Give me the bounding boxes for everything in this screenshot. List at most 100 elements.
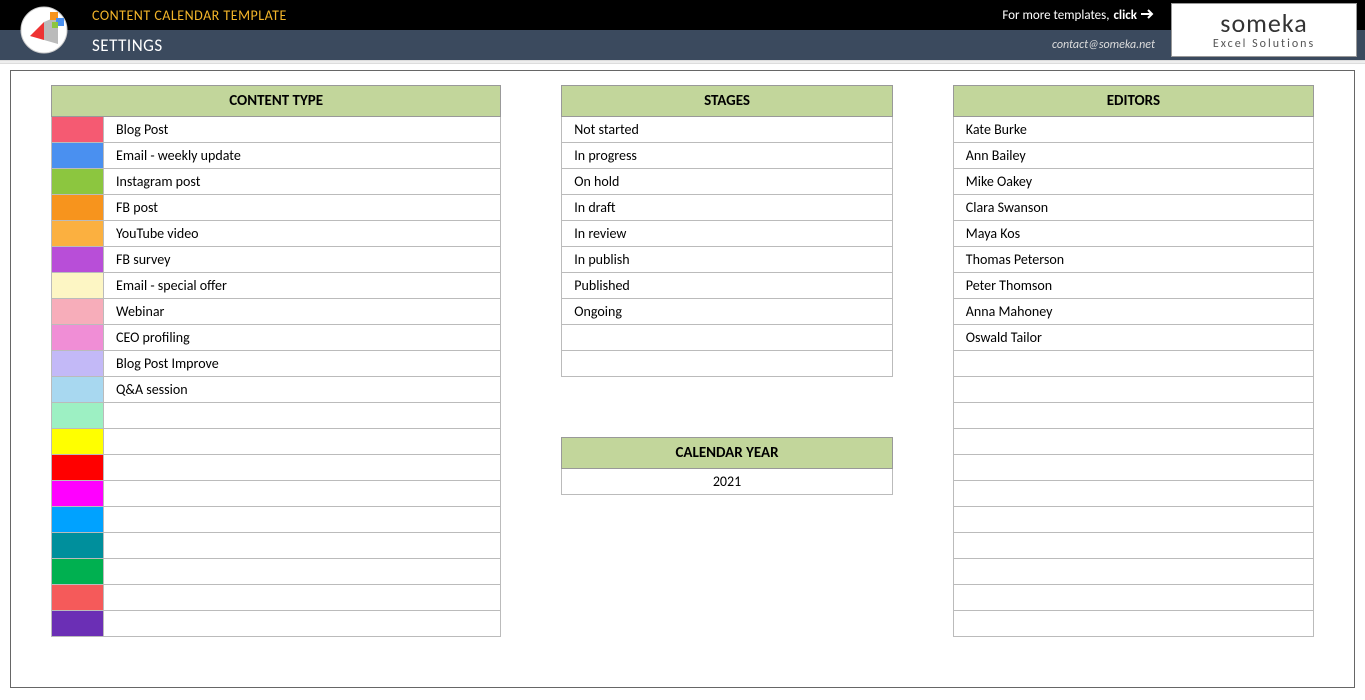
divider <box>0 60 1365 64</box>
content-type-color-cell[interactable] <box>52 481 104 507</box>
stage-cell[interactable]: In progress <box>562 143 893 169</box>
editor-cell[interactable] <box>953 507 1313 533</box>
editor-row: Mike Oakey <box>953 169 1313 195</box>
content-type-label-cell[interactable]: FB post <box>104 195 501 221</box>
content-type-label-cell[interactable]: YouTube video <box>104 221 501 247</box>
editor-cell[interactable]: Anna Mahoney <box>953 299 1313 325</box>
editor-cell[interactable] <box>953 611 1313 637</box>
content-type-label-cell[interactable] <box>104 507 501 533</box>
content-type-label-cell[interactable]: CEO profiling <box>104 325 501 351</box>
content-type-color-cell[interactable] <box>52 507 104 533</box>
editor-row: Thomas Peterson <box>953 247 1313 273</box>
content-type-label-cell[interactable] <box>104 455 501 481</box>
content-type-label-cell[interactable] <box>104 611 501 637</box>
stage-cell[interactable]: Published <box>562 273 893 299</box>
editor-row <box>953 585 1313 611</box>
editor-cell[interactable]: Oswald Tailor <box>953 325 1313 351</box>
content-type-label-cell[interactable] <box>104 585 501 611</box>
editor-cell[interactable]: Ann Bailey <box>953 143 1313 169</box>
stage-cell[interactable]: In publish <box>562 247 893 273</box>
editor-cell[interactable]: Kate Burke <box>953 117 1313 143</box>
editor-cell[interactable]: Peter Thomson <box>953 273 1313 299</box>
content-type-row: Blog Post Improve <box>52 351 501 377</box>
editor-cell[interactable] <box>953 559 1313 585</box>
content-type-label-cell[interactable]: Blog Post Improve <box>104 351 501 377</box>
content-type-label-cell[interactable] <box>104 429 501 455</box>
content-type-label-cell[interactable]: FB survey <box>104 247 501 273</box>
content-type-color-cell[interactable] <box>52 299 104 325</box>
content-type-color-cell[interactable] <box>52 377 104 403</box>
stage-cell[interactable]: On hold <box>562 169 893 195</box>
calendar-year-cell[interactable]: 2021 <box>562 469 893 495</box>
stage-cell[interactable] <box>562 351 893 377</box>
content-type-row: Email - special offer <box>52 273 501 299</box>
content-type-row <box>52 585 501 611</box>
editor-cell[interactable]: Thomas Peterson <box>953 247 1313 273</box>
content-type-label-cell[interactable] <box>104 403 501 429</box>
content-type-color-cell[interactable] <box>52 273 104 299</box>
editor-cell[interactable] <box>953 455 1313 481</box>
content-type-color-cell[interactable] <box>52 195 104 221</box>
content-type-color-cell[interactable] <box>52 325 104 351</box>
editor-row: Clara Swanson <box>953 195 1313 221</box>
content-type-label-cell[interactable]: Instagram post <box>104 169 501 195</box>
content-type-color-cell[interactable] <box>52 221 104 247</box>
editors-table: EDITORS Kate BurkeAnn BaileyMike OakeyCl… <box>953 85 1314 637</box>
content-type-row <box>52 403 501 429</box>
content-type-label-cell[interactable] <box>104 533 501 559</box>
content-type-label-cell[interactable] <box>104 559 501 585</box>
editor-cell[interactable] <box>953 429 1313 455</box>
editor-cell[interactable]: Maya Kos <box>953 221 1313 247</box>
content-type-label-cell[interactable] <box>104 481 501 507</box>
editor-cell[interactable] <box>953 403 1313 429</box>
content-type-color-cell[interactable] <box>52 403 104 429</box>
editor-cell[interactable] <box>953 481 1313 507</box>
content-type-label-cell[interactable]: Q&A session <box>104 377 501 403</box>
stage-row: In review <box>562 221 893 247</box>
stage-row: Not started <box>562 117 893 143</box>
editor-cell[interactable] <box>953 377 1313 403</box>
stage-row: In publish <box>562 247 893 273</box>
content-type-label-cell[interactable]: Email - special offer <box>104 273 501 299</box>
content-type-color-cell[interactable] <box>52 585 104 611</box>
content-type-color-cell[interactable] <box>52 533 104 559</box>
content-type-color-cell[interactable] <box>52 455 104 481</box>
stage-cell[interactable]: Not started <box>562 117 893 143</box>
content-type-row: CEO profiling <box>52 325 501 351</box>
brand-logo[interactable]: someka Excel Solutions <box>1171 3 1357 57</box>
content-type-color-cell[interactable] <box>52 169 104 195</box>
calendar-year-header: CALENDAR YEAR <box>562 438 893 469</box>
content-type-color-cell[interactable] <box>52 117 104 143</box>
content-type-label-cell[interactable]: Webinar <box>104 299 501 325</box>
editor-row: Peter Thomson <box>953 273 1313 299</box>
editor-row <box>953 507 1313 533</box>
editor-cell[interactable] <box>953 351 1313 377</box>
editors-section: EDITORS Kate BurkeAnn BaileyMike OakeyCl… <box>953 85 1314 637</box>
content-type-color-cell[interactable] <box>52 559 104 585</box>
content-type-row: FB survey <box>52 247 501 273</box>
content-type-section: CONTENT TYPE Blog PostEmail - weekly upd… <box>51 85 501 637</box>
content-type-row <box>52 611 501 637</box>
stage-cell[interactable] <box>562 325 893 351</box>
sub-bar: SETTINGS contact@someka.net <box>0 30 1365 60</box>
content-type-color-cell[interactable] <box>52 143 104 169</box>
content-type-header: CONTENT TYPE <box>52 86 501 117</box>
content-type-row: Webinar <box>52 299 501 325</box>
stage-cell[interactable]: In review <box>562 221 893 247</box>
content-type-label-cell[interactable]: Email - weekly update <box>104 143 501 169</box>
stage-cell[interactable]: In draft <box>562 195 893 221</box>
editor-cell[interactable]: Mike Oakey <box>953 169 1313 195</box>
template-title: CONTENT CALENDAR TEMPLATE <box>92 7 287 24</box>
content-type-label-cell[interactable]: Blog Post <box>104 117 501 143</box>
editor-cell[interactable] <box>953 585 1313 611</box>
content-type-color-cell[interactable] <box>52 429 104 455</box>
editor-cell[interactable] <box>953 533 1313 559</box>
content-type-row: Instagram post <box>52 169 501 195</box>
content-type-color-cell[interactable] <box>52 351 104 377</box>
main-frame: CONTENT TYPE Blog PostEmail - weekly upd… <box>10 70 1355 688</box>
stage-cell[interactable]: Ongoing <box>562 299 893 325</box>
content-type-color-cell[interactable] <box>52 611 104 637</box>
editor-cell[interactable]: Clara Swanson <box>953 195 1313 221</box>
content-type-row <box>52 559 501 585</box>
content-type-color-cell[interactable] <box>52 247 104 273</box>
